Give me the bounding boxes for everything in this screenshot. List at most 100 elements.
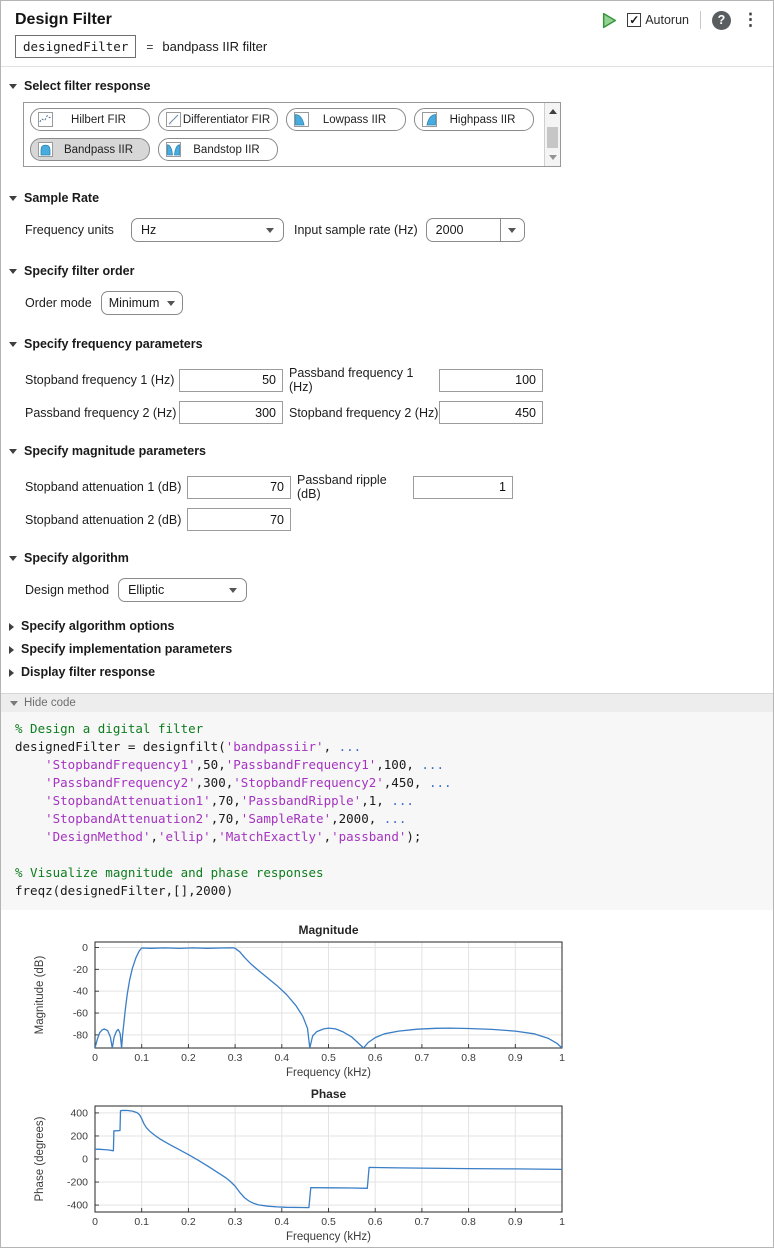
code-line[interactable]: % Visualize magnitude and phase response… — [15, 864, 773, 882]
sample-rate-label: Input sample rate (Hz) — [294, 223, 418, 237]
scrollbar-thumb[interactable] — [547, 127, 558, 148]
stopband-attenuation-1-field[interactable] — [187, 476, 291, 499]
code-line[interactable] — [15, 846, 773, 864]
hide-code-toggle[interactable]: Hide code — [1, 693, 773, 712]
svg-text:200: 200 — [70, 1130, 88, 1142]
svg-text:0.2: 0.2 — [181, 1216, 196, 1228]
scroll-down-icon[interactable] — [549, 155, 557, 160]
svg-text:1: 1 — [559, 1052, 565, 1064]
gallery-scrollbar[interactable] — [544, 103, 560, 166]
svg-text:0.9: 0.9 — [508, 1216, 523, 1228]
passband-frequency-1-field[interactable] — [439, 369, 543, 392]
code-line[interactable]: 'DesignMethod','ellip','MatchExactly','p… — [15, 828, 773, 846]
order-mode-label: Order mode — [25, 296, 92, 310]
code-line[interactable]: 'StopbandAttenuation2',70,'SampleRate',2… — [15, 810, 773, 828]
run-icon[interactable] — [601, 12, 618, 29]
order-mode-row: Order mode Minimum — [25, 291, 773, 315]
code-line[interactable]: designedFilter = designfilt('bandpassiir… — [15, 738, 773, 756]
filter-button-lowpass-iir[interactable]: Lowpass IIR — [286, 108, 406, 131]
svg-text:0.4: 0.4 — [274, 1052, 289, 1064]
sample-rate-row: Frequency units Hz Input sample rate (Hz… — [25, 218, 773, 242]
svg-text:-400: -400 — [67, 1200, 88, 1212]
collapse-triangle-icon — [9, 556, 17, 561]
code-line[interactable]: 'StopbandFrequency1',50,'PassbandFrequen… — [15, 756, 773, 774]
checkmark-icon: ✓ — [629, 14, 639, 26]
overflow-menu-icon[interactable]: ⋮ — [740, 10, 761, 30]
filter-response-gallery: Hilbert FIR Differentiator FIR Lowpass I… — [23, 102, 561, 167]
code-line[interactable]: 'PassbandFrequency2',300,'StopbandFreque… — [15, 774, 773, 792]
svg-text:0.3: 0.3 — [228, 1216, 243, 1228]
expand-triangle-icon — [9, 646, 14, 654]
section-label: Sample Rate — [24, 191, 99, 206]
section-implementation-parameters[interactable]: Specify implementation parameters — [9, 642, 773, 657]
stopband-frequency-2-field[interactable] — [439, 401, 543, 424]
order-mode-dropdown[interactable]: Minimum — [101, 291, 183, 315]
magnitude-plot: 00.10.20.30.40.50.60.70.80.910-20-40-60-… — [31, 922, 576, 1080]
sample-rate-dropdown-button[interactable] — [500, 219, 524, 241]
sample-rate-value[interactable]: 2000 — [427, 219, 500, 241]
section-label: Specify implementation parameters — [21, 642, 232, 657]
differentiator-fir-icon — [166, 112, 181, 127]
page-title: Design Filter — [15, 11, 112, 29]
svg-text:0.1: 0.1 — [134, 1052, 149, 1064]
passband-frequency-2-field[interactable] — [179, 401, 283, 424]
output-variable-field[interactable]: designedFilter — [15, 35, 136, 58]
highpass-iir-icon — [422, 112, 437, 127]
code-block[interactable]: % Design a digital filterdesignedFilter … — [1, 712, 773, 910]
svg-text:0.7: 0.7 — [415, 1052, 430, 1064]
svg-text:1: 1 — [559, 1216, 565, 1228]
code-line[interactable]: 'StopbandAttenuation1',70,'PassbandRippl… — [15, 792, 773, 810]
section-label: Display filter response — [21, 665, 155, 680]
section-filter-order[interactable]: Specify filter order — [9, 264, 773, 279]
collapse-triangle-icon — [10, 701, 18, 706]
frequency-units-dropdown[interactable]: Hz — [131, 218, 284, 242]
filter-button-differentiator-fir[interactable]: Differentiator FIR — [158, 108, 278, 131]
stopband-frequency-1-field[interactable] — [179, 369, 283, 392]
filter-button-bandstop-iir[interactable]: Bandstop IIR — [158, 138, 278, 161]
svg-text:0.9: 0.9 — [508, 1052, 523, 1064]
svg-text:0: 0 — [92, 1052, 98, 1064]
section-label: Specify algorithm — [24, 551, 129, 566]
svg-text:0: 0 — [82, 942, 88, 954]
autorun-toggle[interactable]: ✓ Autorun — [627, 13, 689, 27]
section-label: Select filter response — [24, 79, 150, 94]
section-magnitude-parameters[interactable]: Specify magnitude parameters — [9, 444, 773, 459]
section-algorithm[interactable]: Specify algorithm — [9, 551, 773, 566]
figure-output: 00.10.20.30.40.50.60.70.80.910-20-40-60-… — [1, 910, 773, 1244]
passband-frequency-1-label: Passband frequency 1 (Hz) — [289, 366, 439, 394]
scroll-up-icon[interactable] — [549, 109, 557, 114]
frequency-units-label: Frequency units — [25, 223, 131, 237]
section-select-filter-response[interactable]: Select filter response — [9, 79, 773, 94]
chevron-down-icon — [266, 228, 274, 233]
section-display-filter-response[interactable]: Display filter response — [9, 665, 773, 680]
expand-triangle-icon — [9, 623, 14, 631]
sample-rate-combobox[interactable]: 2000 — [426, 218, 525, 242]
magnitude-row-1: Stopband attenuation 1 (dB) Passband rip… — [25, 473, 773, 501]
design-method-row: Design method Elliptic — [25, 578, 773, 602]
stopband-frequency-2-label: Stopband frequency 2 (Hz) — [289, 406, 439, 420]
code-line[interactable]: freqz(designedFilter,[],2000) — [15, 882, 773, 900]
filter-button-hilbert-fir[interactable]: Hilbert FIR — [30, 108, 150, 131]
svg-text:0.6: 0.6 — [368, 1216, 383, 1228]
svg-text:0.3: 0.3 — [228, 1052, 243, 1064]
design-method-dropdown[interactable]: Elliptic — [118, 578, 247, 602]
svg-text:0.6: 0.6 — [368, 1052, 383, 1064]
section-sample-rate[interactable]: Sample Rate — [9, 191, 773, 206]
magnitude-row-2: Stopband attenuation 2 (dB) — [25, 508, 773, 531]
stopband-attenuation-2-field[interactable] — [187, 508, 291, 531]
collapse-triangle-icon — [9, 196, 17, 201]
filter-button-label: Lowpass IIR — [309, 114, 400, 126]
stopband-attenuation-2-label: Stopband attenuation 2 (dB) — [25, 513, 187, 527]
collapse-triangle-icon — [9, 342, 17, 347]
svg-text:0.4: 0.4 — [274, 1216, 289, 1228]
section-algorithm-options[interactable]: Specify algorithm options — [9, 619, 773, 634]
filter-button-highpass-iir[interactable]: Highpass IIR — [414, 108, 534, 131]
autorun-checkbox[interactable]: ✓ — [627, 13, 641, 27]
filter-button-bandpass-iir[interactable]: Bandpass IIR — [30, 138, 150, 161]
help-icon[interactable]: ? — [712, 11, 731, 30]
passband-ripple-field[interactable] — [413, 476, 513, 499]
code-line[interactable]: % Design a digital filter — [15, 720, 773, 738]
svg-text:Magnitude: Magnitude — [299, 923, 359, 937]
svg-text:0.8: 0.8 — [461, 1216, 476, 1228]
section-frequency-parameters[interactable]: Specify frequency parameters — [9, 337, 773, 352]
